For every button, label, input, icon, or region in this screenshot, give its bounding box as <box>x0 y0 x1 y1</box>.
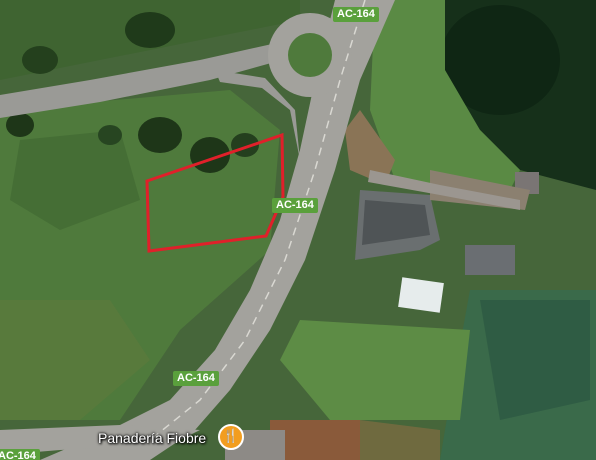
road-label-ac164-middle: AC-164 <box>272 198 318 213</box>
fork-knife-icon[interactable]: 🍴 <box>218 424 244 450</box>
satellite-map[interactable]: AC-164 AC-164 AC-164 AC-164 Panadería Fi… <box>0 0 596 460</box>
road-label-ac164-bottom-left: AC-164 <box>0 449 40 460</box>
road-label-ac164-top: AC-164 <box>333 7 379 22</box>
parcel-outline[interactable] <box>0 0 596 460</box>
poi-label[interactable]: Panadería Fiobre <box>98 430 206 446</box>
road-label-ac164-lower: AC-164 <box>173 371 219 386</box>
